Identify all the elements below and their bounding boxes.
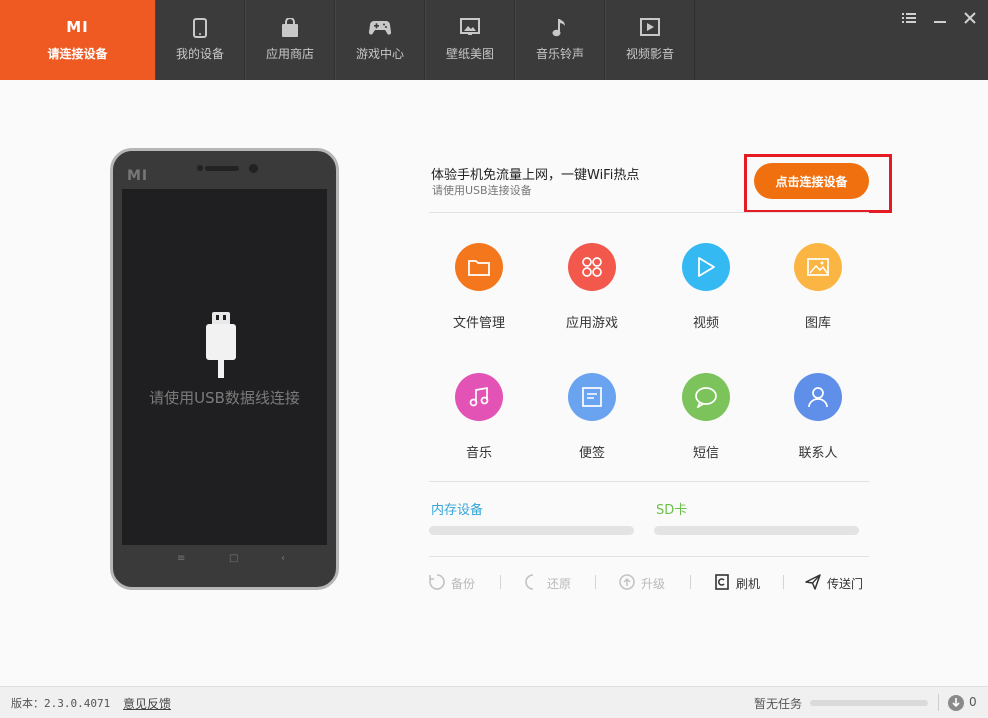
- phone-brand-logo: MI: [127, 168, 149, 184]
- task-progress-bar: [810, 700, 928, 706]
- shopping-bag-icon: [246, 18, 334, 40]
- usb-plug-icon: [204, 312, 240, 384]
- play-icon: [682, 243, 730, 291]
- backup-button[interactable]: 备份: [429, 574, 475, 593]
- music-icon: [455, 373, 503, 421]
- separator: [938, 694, 939, 711]
- tab-music-ringtone[interactable]: 音乐铃声: [515, 0, 605, 80]
- upgrade-button[interactable]: 升级: [619, 574, 665, 593]
- backup-label: 备份: [451, 577, 476, 591]
- sd-card-label: SD卡: [656, 503, 688, 518]
- restore-button[interactable]: 还原: [525, 574, 571, 593]
- func-label: 图库: [804, 316, 831, 331]
- upgrade-label: 升级: [641, 577, 666, 591]
- tab-wallpaper[interactable]: 壁纸美图: [425, 0, 515, 80]
- contact-icon: [794, 373, 842, 421]
- close-icon[interactable]: [960, 8, 980, 28]
- task-status: 暂无任务: [754, 697, 803, 711]
- func-label: 联系人: [798, 446, 838, 461]
- tab-label: 壁纸美图: [445, 47, 494, 61]
- tab-label: 视频影音: [625, 47, 674, 61]
- tab-label: 游戏中心: [355, 47, 404, 61]
- download-icon[interactable]: [948, 695, 964, 711]
- func-label: 应用游戏: [565, 316, 618, 331]
- tab-connect-device[interactable]: MI 请连接设备: [0, 0, 155, 80]
- func-gallery[interactable]: 图库: [768, 243, 868, 331]
- video-play-icon: [606, 18, 694, 40]
- back-key-icon: ‹: [281, 553, 285, 564]
- connect-device-button[interactable]: 点击连接设备: [754, 163, 869, 199]
- divider: [429, 556, 869, 557]
- connect-hint-text: 请使用USB数据线连接: [149, 389, 300, 407]
- phone-speaker: [205, 166, 239, 171]
- flash-rom-button[interactable]: 刷机: [714, 574, 760, 593]
- separator: [690, 575, 691, 589]
- mi-logo-icon: MI: [66, 18, 89, 36]
- func-contacts[interactable]: 联系人: [768, 373, 868, 461]
- separator: [595, 575, 596, 589]
- tab-label: 我的设备: [175, 47, 224, 61]
- phone-sensor: [197, 165, 203, 171]
- func-file-manager[interactable]: 文件管理: [429, 243, 529, 331]
- func-label: 短信: [692, 446, 719, 461]
- tab-my-device[interactable]: 我的设备: [155, 0, 245, 80]
- tab-label: 音乐铃声: [535, 47, 584, 61]
- home-key-icon: □: [229, 553, 239, 564]
- restore-icon: [525, 574, 541, 593]
- phone-icon: [156, 18, 244, 40]
- version-text: 版本：2.3.0.4071: [11, 697, 111, 710]
- picture-icon: [426, 18, 514, 40]
- tab-app-store[interactable]: 应用商店: [245, 0, 335, 80]
- phone-illustration: MI 请使用USB数据线连接 ≡ □ ‹: [110, 148, 339, 590]
- apps-icon: [568, 243, 616, 291]
- send-icon: [805, 574, 821, 593]
- sd-card-bar: [654, 526, 859, 535]
- phone-softkeys: ≡ □ ‹: [122, 553, 327, 573]
- tab-video[interactable]: 视频影音: [605, 0, 695, 80]
- func-label: 视频: [692, 316, 719, 331]
- folder-icon: [455, 243, 503, 291]
- music-note-icon: [516, 18, 604, 40]
- download-count: 0: [969, 695, 977, 709]
- flash-label: 刷机: [736, 577, 761, 591]
- func-apps-games[interactable]: 应用游戏: [542, 243, 642, 331]
- menu-icon[interactable]: [899, 8, 919, 28]
- separator: [783, 575, 784, 589]
- func-video[interactable]: 视频: [656, 243, 756, 331]
- func-messages[interactable]: 短信: [656, 373, 756, 461]
- internal-storage-bar: [429, 526, 634, 535]
- status-bar: 版本：2.3.0.4071 意见反馈 暂无任务 0: [0, 686, 988, 718]
- func-label: 音乐: [465, 446, 492, 461]
- portal-label: 传送门: [827, 577, 864, 591]
- phone-screen: 请使用USB数据线连接: [122, 189, 327, 545]
- func-music[interactable]: 音乐: [429, 373, 529, 461]
- func-notes[interactable]: 便签: [542, 373, 642, 461]
- phone-camera: [249, 164, 258, 173]
- feedback-link[interactable]: 意见反馈: [123, 695, 171, 712]
- tab-label: 请连接设备: [47, 47, 108, 61]
- divider: [429, 481, 869, 482]
- separator: [500, 575, 501, 589]
- menu-key-icon: ≡: [177, 553, 186, 564]
- top-navigation-bar: MI 请连接设备 我的设备 应用商店 游戏中心 壁纸美图 音乐铃声 视频影音: [0, 0, 988, 80]
- flash-icon: [714, 574, 730, 593]
- gamepad-icon: [336, 18, 424, 40]
- divider: [429, 212, 869, 213]
- portal-button[interactable]: 传送门: [805, 574, 863, 593]
- gallery-icon: [794, 243, 842, 291]
- message-icon: [682, 373, 730, 421]
- tab-game-center[interactable]: 游戏中心: [335, 0, 425, 80]
- tab-label: 应用商店: [265, 47, 314, 61]
- restore-label: 还原: [547, 577, 572, 591]
- func-label: 便签: [578, 446, 605, 461]
- func-label: 文件管理: [452, 316, 505, 331]
- note-icon: [568, 373, 616, 421]
- backup-icon: [429, 574, 445, 593]
- upgrade-icon: [619, 574, 635, 593]
- minimize-icon[interactable]: [930, 8, 950, 28]
- promo-title: 体验手机免流量上网，一键WiFi热点: [431, 168, 640, 183]
- internal-storage-label: 内存设备: [431, 503, 484, 518]
- promo-subtitle: 请使用USB连接设备: [432, 184, 532, 197]
